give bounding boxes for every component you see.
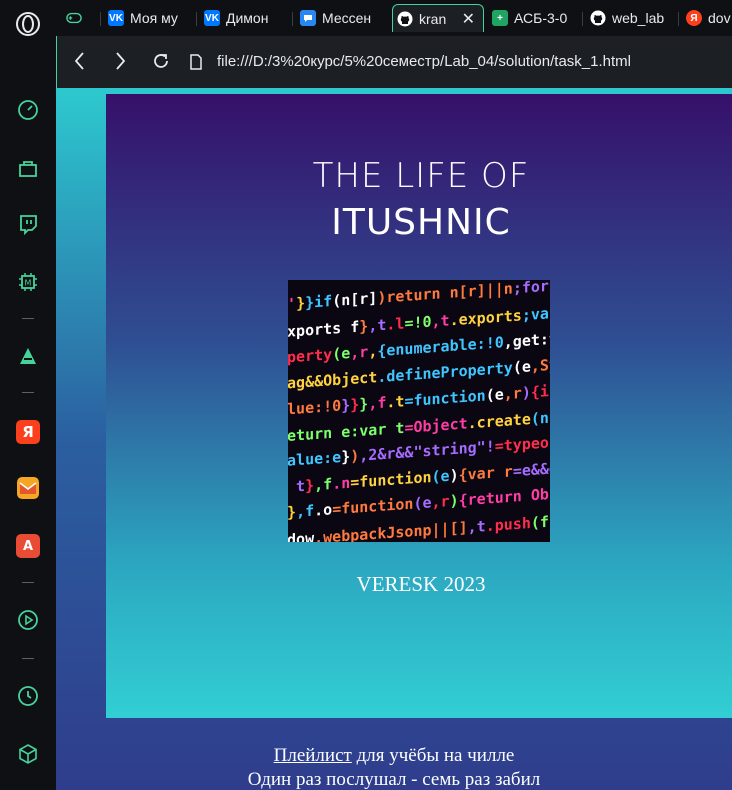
tab-label: Димон <box>226 10 269 26</box>
gamepad-icon <box>66 10 82 26</box>
footer-text: Плейлист для учёбы на чилле Один раз пос… <box>56 744 732 790</box>
file-icon <box>189 53 203 75</box>
url-field[interactable]: file:///D:/3%20курс/5%20семестр/Lab_04/s… <box>217 53 631 70</box>
tab-separator <box>582 12 583 26</box>
twitch-icon[interactable] <box>14 210 42 238</box>
tab-separator <box>292 12 293 26</box>
yandex-icon[interactable]: Я <box>14 418 42 446</box>
close-tab-icon[interactable]: ✕ <box>462 9 475 29</box>
bag-icon[interactable] <box>14 154 42 182</box>
history-icon[interactable] <box>14 682 42 710</box>
tab-label: dov <box>708 10 731 26</box>
tab-separator <box>678 12 679 26</box>
tab-yandex[interactable]: Я dov <box>686 4 732 32</box>
tab-label: kran <box>419 10 447 27</box>
sidebar-divider <box>22 392 34 393</box>
vk-icon: VK <box>204 10 220 26</box>
tab-label: web_lab <box>612 10 665 26</box>
speedometer-icon[interactable] <box>14 96 42 124</box>
yandex-icon: Я <box>686 10 702 26</box>
vk-icon: VK <box>108 10 124 26</box>
tab-label: Моя му <box>130 10 178 26</box>
sidebar-divider <box>22 582 34 583</box>
opera-logo-icon[interactable] <box>14 10 42 38</box>
forward-icon[interactable] <box>111 50 129 76</box>
tab-vk-music[interactable]: VK Моя му <box>108 4 190 32</box>
author-year: VERESK 2023 <box>356 572 486 596</box>
tab-messenger[interactable]: Мессен <box>300 4 384 32</box>
page-viewport: THE LIFE OF ITUSHNIC n'}}if(n[r])return … <box>56 88 732 790</box>
tab-separator <box>196 12 197 26</box>
player-icon[interactable] <box>14 606 42 634</box>
code-image: n'}}if(n[r])return n[r]||n;for(exports f… <box>288 280 550 542</box>
back-icon[interactable] <box>71 50 89 76</box>
tab-games[interactable] <box>66 4 88 32</box>
github-icon <box>397 11 413 27</box>
tab-bar: VK Моя му VK Димон Мессен kran ✕ + АСБ-3… <box>56 0 732 36</box>
browser-sidebar: M Я A <box>0 0 56 790</box>
cube-icon[interactable] <box>14 740 42 768</box>
messenger-icon <box>300 10 316 26</box>
sidebar-divider <box>22 318 34 319</box>
translate-icon[interactable]: A <box>14 532 42 560</box>
tab-label: АСБ-3-0 <box>514 10 568 26</box>
reload-icon[interactable] <box>151 51 171 75</box>
footer-line2: Один раз послушал - семь раз забил <box>247 769 541 790</box>
sidebar-divider <box>22 658 34 659</box>
footer-line1: для учёбы на чилле <box>351 745 515 766</box>
aria-icon[interactable] <box>14 342 42 370</box>
tab-github-kran[interactable]: kran ✕ <box>392 4 484 32</box>
svg-text:M: M <box>25 279 32 288</box>
tab-github-weblab[interactable]: web_lab <box>590 4 674 32</box>
tab-vk-dimon[interactable]: VK Димон <box>204 4 284 32</box>
address-bar: file:///D:/3%20курс/5%20семестр/Lab_04/s… <box>56 36 732 88</box>
github-icon <box>590 10 606 26</box>
page-title-line1: THE LIFE OF <box>312 156 530 196</box>
page-title-line2: ITUSHNIC <box>331 202 511 243</box>
hero-card: THE LIFE OF ITUSHNIC n'}}if(n[r])return … <box>106 94 732 718</box>
tab-sheets[interactable]: + АСБ-3-0 <box>492 4 576 32</box>
tab-label: Мессен <box>322 10 372 26</box>
sheets-icon: + <box>492 10 508 26</box>
tab-separator <box>100 12 101 26</box>
chip-icon[interactable]: M <box>14 268 42 296</box>
mail-icon[interactable] <box>14 474 42 502</box>
playlist-link[interactable]: Плейлист <box>274 745 352 766</box>
